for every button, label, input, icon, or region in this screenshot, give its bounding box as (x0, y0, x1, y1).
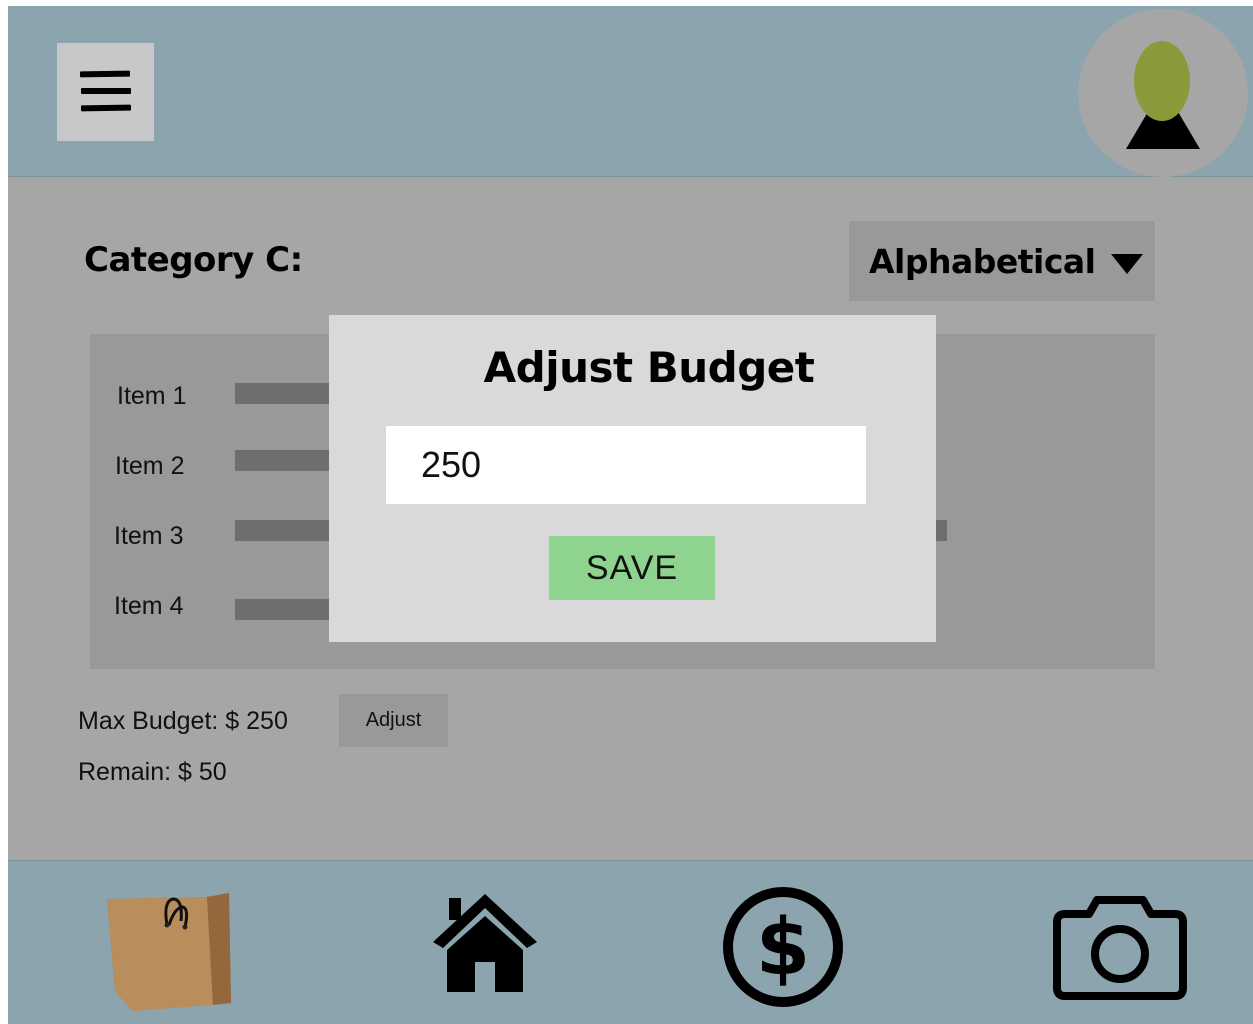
adjust-button[interactable]: Adjust (339, 694, 448, 747)
nav-home-button[interactable] (431, 890, 539, 994)
dollar-icon: $ (723, 887, 843, 1007)
svg-text:$: $ (756, 903, 810, 993)
budget-input[interactable] (386, 426, 866, 504)
top-bar (8, 6, 1253, 177)
sort-dropdown-label: Alphabetical (869, 241, 1096, 281)
category-title: Category C: (84, 240, 303, 280)
avatar[interactable] (1078, 9, 1248, 177)
hamburger-menu-icon (79, 70, 131, 112)
item-label: Item 3 (114, 522, 184, 550)
item-label: Item 4 (114, 592, 184, 620)
sort-dropdown[interactable]: Alphabetical (849, 221, 1155, 301)
nav-shopping-button[interactable] (103, 887, 238, 1013)
caret-down-icon (1111, 254, 1143, 274)
remaining-budget-label: Remain: $ 50 (78, 758, 227, 786)
menu-button[interactable] (57, 43, 154, 141)
item-label: Item 2 (115, 452, 185, 480)
save-button[interactable]: SAVE (549, 536, 715, 600)
camera-icon (1053, 896, 1187, 1000)
max-budget-label: Max Budget: $ 250 (78, 707, 288, 735)
item-label: Item 1 (117, 382, 187, 410)
shopping-bag-icon (107, 893, 231, 1011)
home-icon (433, 894, 537, 992)
nav-budget-button[interactable]: $ (722, 886, 844, 1008)
adjust-budget-dialog: Adjust Budget SAVE (329, 315, 936, 642)
app-screen: Category C: Alphabetical Item 1 Item 2 I… (8, 6, 1253, 1024)
dialog-title: Adjust Budget (483, 343, 815, 392)
bottom-nav: $ (8, 860, 1253, 1024)
user-profile-icon (1126, 41, 1200, 149)
nav-camera-button[interactable] (1053, 894, 1187, 1000)
